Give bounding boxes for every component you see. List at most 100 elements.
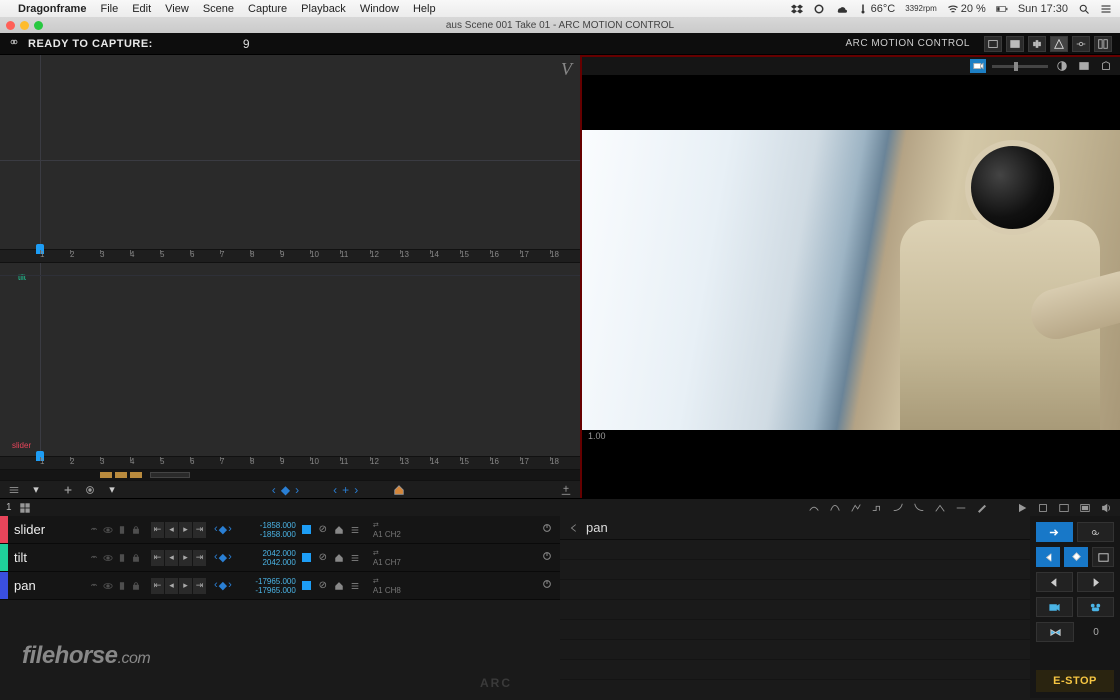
prev-frame-button[interactable]: ‹	[333, 483, 337, 497]
cloud-icon[interactable]	[835, 3, 847, 15]
axis-prev-key-button[interactable]: ‹	[214, 579, 218, 592]
workspace-audio-button[interactable]	[1028, 36, 1046, 52]
workspace-animation-button[interactable]	[984, 36, 1002, 52]
bowtie-button[interactable]	[1036, 622, 1074, 642]
detail-row[interactable]	[560, 660, 1030, 680]
visibility-icon[interactable]	[102, 552, 113, 563]
axis-next-key-button[interactable]: ›	[228, 523, 232, 536]
jog-fast-fwd-button[interactable]: ⇥	[193, 550, 206, 566]
detail-row[interactable]	[560, 580, 1030, 600]
jog-back-button[interactable]: ◂	[165, 578, 178, 594]
viewport-image-area[interactable]: 1.00	[582, 75, 1120, 498]
settings-icon[interactable]: ▾	[104, 483, 120, 497]
timeline-ruler[interactable]: 123456789101112131415161718	[0, 249, 580, 263]
axis-key-icon[interactable]: ◆	[219, 523, 227, 536]
loop-icon[interactable]	[8, 36, 20, 51]
zoom-window-button[interactable]	[34, 21, 43, 30]
axis-power-button[interactable]	[542, 551, 552, 564]
tangent-flat-button[interactable]	[953, 501, 969, 515]
estop-button[interactable]: E-STOP	[1036, 670, 1114, 692]
axis-key-indicator[interactable]	[302, 553, 311, 562]
temp-status[interactable]: 66°C	[857, 3, 896, 15]
workspace-xsheet-button[interactable]	[1094, 36, 1112, 52]
axis-menu-icon[interactable]	[349, 524, 361, 536]
workspace-dmx-button[interactable]	[1072, 36, 1090, 52]
axis-next-key-button[interactable]: ›	[228, 579, 232, 592]
add-marker-button[interactable]	[558, 483, 574, 497]
axis-home-icon[interactable]	[333, 524, 345, 536]
step-fwd-marker-button[interactable]	[1092, 547, 1114, 567]
overlay-button[interactable]	[1076, 59, 1092, 73]
visibility-icon[interactable]	[102, 524, 113, 535]
axis-power-button[interactable]	[542, 579, 552, 592]
step-back-marker-button[interactable]	[1036, 547, 1060, 567]
curve-step-button[interactable]	[869, 501, 885, 515]
view-b-button[interactable]	[1077, 501, 1093, 515]
axis-disable-icon[interactable]: ⊘	[317, 580, 329, 592]
clock-status[interactable]: Sun 17:30	[1018, 3, 1068, 15]
axis-home-icon[interactable]	[333, 552, 345, 564]
capture-menu[interactable]: Capture	[248, 3, 287, 15]
axis-key-indicator[interactable]	[302, 581, 311, 590]
curve-linear-button[interactable]	[848, 501, 864, 515]
axis-prev-key-button[interactable]: ‹	[214, 551, 218, 564]
marker-button[interactable]	[1064, 547, 1088, 567]
jog-fwd-button[interactable]: ▸	[179, 550, 192, 566]
detail-row[interactable]	[560, 620, 1030, 640]
lock-icon[interactable]	[130, 524, 141, 535]
collapse-arrow-icon[interactable]	[568, 522, 580, 534]
enable-icon[interactable]	[116, 524, 127, 535]
tangent-break-button[interactable]	[932, 501, 948, 515]
jog-back-button[interactable]: ◂	[165, 522, 178, 538]
safezone-button[interactable]	[1098, 59, 1114, 73]
add-key-button[interactable]: +	[342, 483, 349, 497]
lock-icon[interactable]	[130, 580, 141, 591]
stop-button[interactable]	[1077, 597, 1114, 617]
detail-row[interactable]	[560, 600, 1030, 620]
camera-button[interactable]	[1036, 597, 1073, 617]
detail-row[interactable]	[560, 560, 1030, 580]
edit-menu[interactable]: Edit	[132, 3, 151, 15]
ease-out-button[interactable]	[911, 501, 927, 515]
list-button[interactable]	[6, 483, 22, 497]
jog-fast-back-button[interactable]: ⇤	[151, 578, 164, 594]
timeline-ruler-2[interactable]: 123456789101112131415161718	[0, 456, 580, 470]
axis-home-icon[interactable]	[333, 580, 345, 592]
enable-icon[interactable]	[116, 552, 127, 563]
axis-prev-key-button[interactable]: ‹	[214, 523, 218, 536]
loop-toggle-button[interactable]	[1077, 522, 1114, 542]
step-prev-button[interactable]	[1036, 572, 1073, 592]
graph-upper-area[interactable]: V	[0, 55, 580, 249]
curve-bezier-button[interactable]	[827, 501, 843, 515]
axis-menu-icon[interactable]	[349, 552, 361, 564]
prev-key-button[interactable]: ‹	[272, 483, 276, 497]
axis-row-slider[interactable]: slider⇤◂▸⇥‹◆›-1858.000-1858.000⊘⇄A1 CH2	[0, 516, 560, 544]
axis-row-pan[interactable]: pan⇤◂▸⇥‹◆›-17965.000-17965.000⊘⇄A1 CH8	[0, 572, 560, 600]
file-menu[interactable]: File	[100, 3, 118, 15]
curve-smooth-button[interactable]	[806, 501, 822, 515]
close-window-button[interactable]	[6, 21, 15, 30]
graph-lower-area[interactable]: tilt slider	[0, 263, 580, 457]
axis-next-key-button[interactable]: ›	[228, 551, 232, 564]
jog-fast-back-button[interactable]: ⇤	[151, 522, 164, 538]
goto-start-button[interactable]	[1036, 522, 1073, 542]
axis-row-tilt[interactable]: tilt⇤◂▸⇥‹◆›2042.0002042.000⊘⇄A1 CH7	[0, 544, 560, 572]
mask-toggle-button[interactable]	[1054, 59, 1070, 73]
view-menu[interactable]: View	[165, 3, 189, 15]
link-icon[interactable]	[88, 580, 99, 591]
pencil-button[interactable]	[974, 501, 990, 515]
jog-fast-fwd-button[interactable]: ⇥	[193, 522, 206, 538]
next-frame-button[interactable]: ›	[354, 483, 358, 497]
jog-back-button[interactable]: ◂	[165, 550, 178, 566]
view-a-button[interactable]	[1056, 501, 1072, 515]
key-diamond-icon[interactable]: ◆	[281, 483, 290, 497]
axis-disable-icon[interactable]: ⊘	[317, 524, 329, 536]
app-name[interactable]: Dragonframe	[18, 3, 86, 15]
axis-key-icon[interactable]: ◆	[219, 579, 227, 592]
step-next-button[interactable]	[1077, 572, 1114, 592]
battery-icon[interactable]	[996, 3, 1008, 15]
minimize-window-button[interactable]	[20, 21, 29, 30]
dropbox-icon[interactable]	[791, 3, 803, 15]
loop-playback-button[interactable]	[1035, 501, 1051, 515]
volume-button[interactable]	[1098, 501, 1114, 515]
